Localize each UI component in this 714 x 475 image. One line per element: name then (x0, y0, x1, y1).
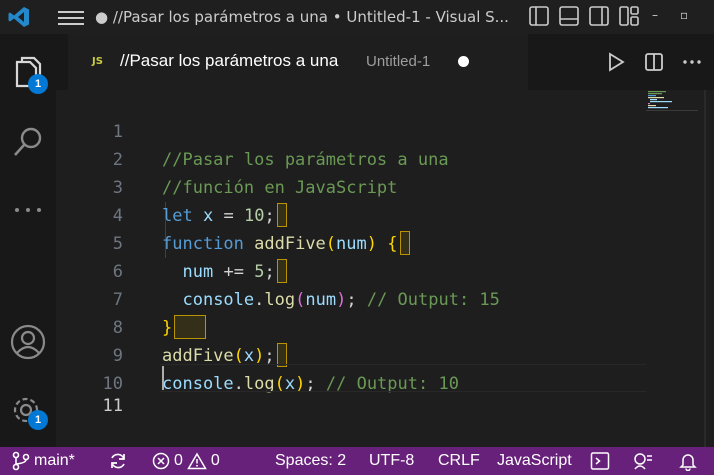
error-count: 0 (174, 452, 183, 469)
minimize-icon[interactable]: – (652, 8, 658, 22)
warning-count: 0 (210, 452, 220, 469)
code-editor[interactable]: 1 //Pasar los parámetros a una 2 //funci… (56, 90, 714, 447)
error-icon (152, 452, 170, 470)
code-line: 2 //función en JavaScript (56, 118, 706, 198)
code-line: 1 //Pasar los parámetros a una (56, 90, 706, 170)
code-line: 4 function addFive(num) { (56, 174, 706, 255)
code-line: 9 console.log(x); // Output: 10 (56, 314, 706, 394)
accounts-icon[interactable] (8, 322, 48, 362)
tab-description: Untitled-1 (366, 53, 431, 70)
branch-status[interactable]: main* (12, 447, 75, 475)
indentation-status[interactable]: Spaces: 2 (275, 447, 346, 475)
code-line: 3 let x = 10; (56, 146, 706, 227)
more-views-icon[interactable] (8, 194, 48, 234)
tab-title: //Pasar los parámetros a una (120, 51, 339, 70)
code-line: 8 addFive(x); (56, 286, 706, 367)
toggle-primary-sidebar-icon[interactable] (528, 5, 550, 27)
vscode-logo-icon (0, 0, 38, 34)
unsaved-dot-icon[interactable] (458, 56, 469, 67)
code-line: 7 } (56, 258, 706, 339)
terminal-icon[interactable] (590, 447, 610, 475)
tab-untitled-1[interactable]: JS //Pasar los parámetros a una Untitled… (68, 34, 528, 90)
more-actions-icon[interactable] (682, 52, 702, 72)
encoding-status[interactable]: UTF-8 (369, 447, 414, 475)
code-line: 6 console.log(num); // Output: 15 (56, 230, 706, 310)
branch-label: main* (34, 452, 75, 469)
search-icon[interactable] (8, 122, 48, 162)
toggle-panel-icon[interactable] (558, 5, 580, 27)
settings-gear-icon[interactable]: 1 (8, 390, 48, 430)
code-line: 5 num += 5; (56, 202, 706, 283)
editor-tab-bar: JS //Pasar los parámetros a una Untitled… (56, 34, 714, 90)
notifications-bell-icon[interactable] (678, 447, 698, 475)
sync-icon[interactable] (108, 447, 128, 475)
settings-badge: 1 (28, 410, 48, 430)
eol-status[interactable]: CRLF (438, 447, 480, 475)
customize-layout-icon[interactable] (618, 5, 640, 27)
status-bar: main* 0 0 Spaces: 2 UTF-8 CRLF JavaScrip… (0, 447, 714, 475)
explorer-icon[interactable]: 1 (8, 54, 48, 94)
git-branch-icon (12, 451, 30, 471)
hamburger-menu-icon[interactable] (58, 7, 84, 27)
title-bar: ● //Pasar los parámetros a una • Untitle… (0, 0, 714, 34)
text-cursor (162, 366, 164, 390)
language-mode-status[interactable]: JavaScript (497, 447, 572, 475)
warning-icon (187, 452, 207, 470)
javascript-file-icon: JS (92, 56, 103, 67)
line-number: 11 (102, 396, 123, 416)
toggle-secondary-sidebar-icon[interactable] (588, 5, 610, 27)
window-title: ● //Pasar los parámetros a una • Untitle… (95, 8, 509, 26)
code-line-active: 11 (56, 364, 706, 416)
run-icon[interactable] (606, 52, 626, 72)
explorer-badge: 1 (28, 74, 48, 94)
maximize-icon[interactable]: ▫ (680, 8, 688, 22)
split-editor-icon[interactable] (644, 52, 664, 72)
copilot-icon[interactable] (632, 447, 654, 475)
problems-status[interactable]: 0 0 (152, 447, 220, 475)
activity-bar: 1 1 (0, 34, 56, 447)
